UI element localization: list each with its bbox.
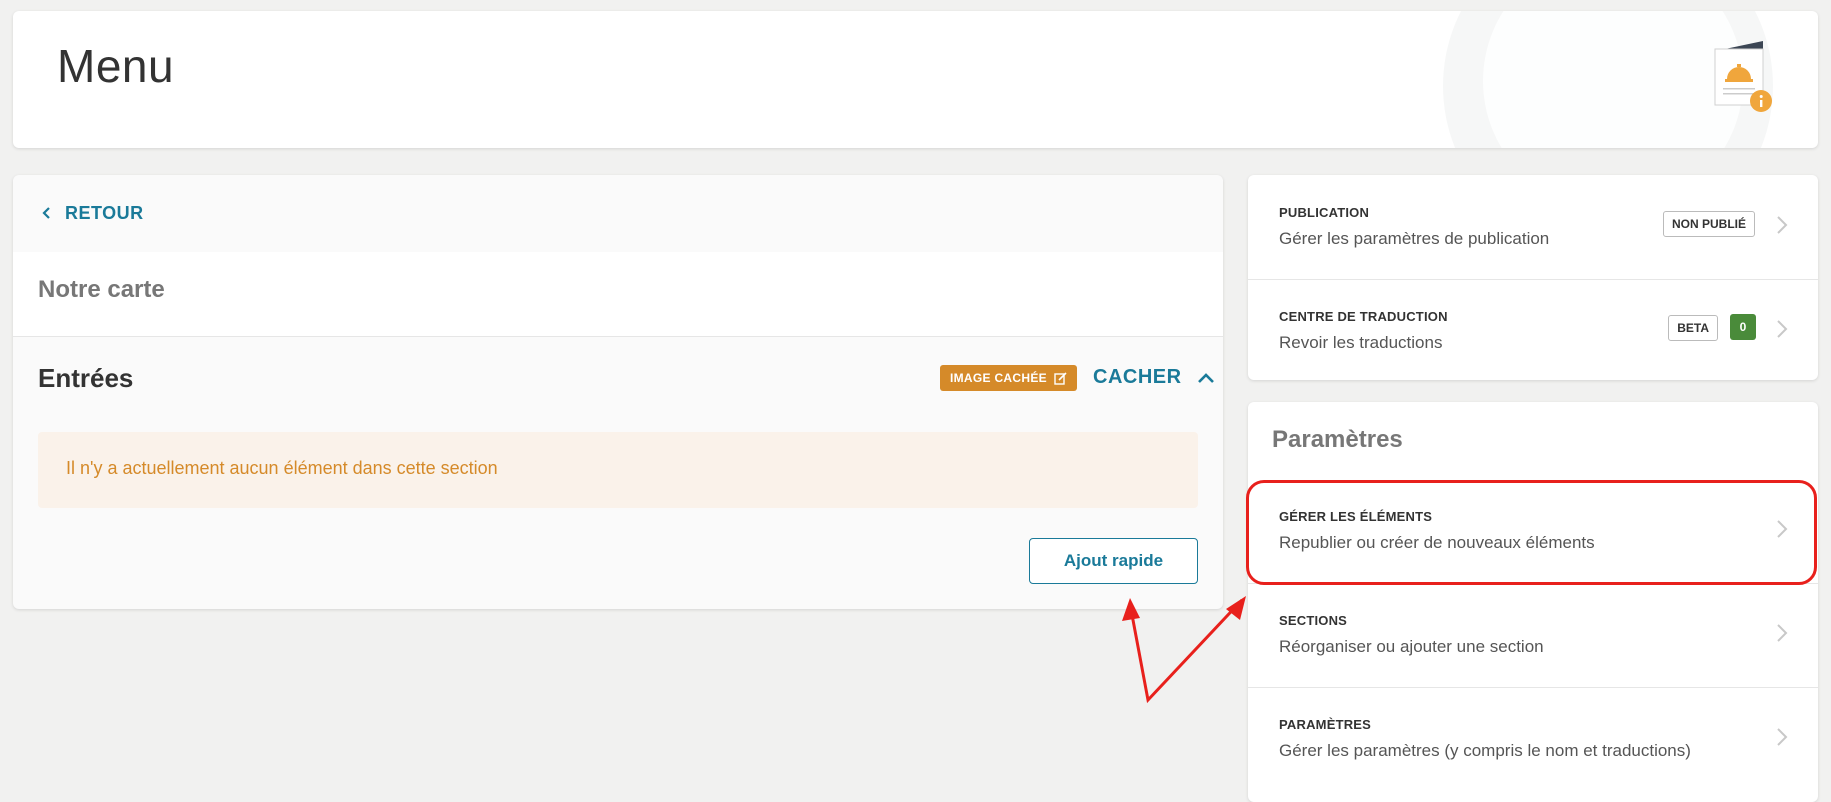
translation-count-badge: 0	[1730, 314, 1756, 340]
page-header: Menu	[13, 11, 1818, 148]
publication-row[interactable]: PUBLICATION Gérer les paramètres de publ…	[1248, 175, 1818, 280]
menu-name: Notre carte	[38, 276, 165, 303]
back-label: RETOUR	[65, 202, 144, 223]
publication-description: Gérer les paramètres de publication	[1279, 229, 1550, 248]
edit-icon	[1054, 371, 1067, 385]
empty-message-text: Il n'y a actuellement aucun élément dans…	[66, 458, 498, 478]
empty-section-message: Il n'y a actuellement aucun élément dans…	[38, 432, 1198, 508]
manage-items-description: Republier ou créer de nouveaux éléments	[1279, 533, 1595, 552]
sections-description: Réorganiser ou ajouter une section	[1279, 637, 1544, 656]
settings-card: Paramètres GÉRER LES ÉLÉMENTS Republier …	[1248, 402, 1818, 802]
chevron-right-icon	[1777, 520, 1788, 538]
hide-label: CACHER	[1093, 366, 1182, 388]
chevron-right-icon	[1777, 728, 1788, 746]
image-hidden-label: IMAGE CACHÉE	[950, 371, 1047, 385]
publication-card: PUBLICATION Gérer les paramètres de publ…	[1248, 175, 1818, 380]
section-title: Entrées	[38, 363, 134, 393]
sections-title: SECTIONS	[1279, 613, 1348, 628]
back-link[interactable]: RETOUR	[41, 199, 144, 227]
parameters-title: PARAMÈTRES	[1279, 717, 1372, 732]
chevron-up-icon	[1197, 372, 1214, 383]
sections-row[interactable]: SECTIONS Réorganiser ou ajouter une sect…	[1248, 583, 1818, 688]
publication-title: PUBLICATION	[1279, 205, 1370, 220]
parameters-row[interactable]: PARAMÈTRES Gérer les paramètres (y compr…	[1248, 687, 1818, 791]
manage-items-title: GÉRER LES ÉLÉMENTS	[1279, 509, 1433, 524]
quick-add-button[interactable]: Ajout rapide	[1029, 538, 1198, 584]
parameters-description: Gérer les paramètres (y compris le nom e…	[1279, 741, 1691, 760]
chevron-right-icon	[1777, 624, 1788, 642]
section-panel: RETOUR Notre carte Entrées IMAGE CACHÉE …	[13, 175, 1223, 609]
settings-title: Paramètres	[1272, 426, 1403, 453]
menu-name-box: Notre carte	[13, 252, 1223, 337]
status-badge: NON PUBLIÉ	[1662, 211, 1755, 237]
translation-title: CENTRE DE TRADUCTION	[1279, 309, 1448, 324]
chevron-left-icon	[42, 207, 50, 219]
chevron-right-icon	[1777, 320, 1788, 338]
translation-row[interactable]: CENTRE DE TRADUCTION Revoir les traducti…	[1248, 279, 1818, 383]
page-title: Menu	[57, 40, 175, 92]
chevron-right-icon	[1777, 216, 1788, 234]
menu-document-icon	[1714, 41, 1772, 112]
translation-description: Revoir les traductions	[1279, 333, 1443, 352]
beta-badge: BETA	[1668, 315, 1718, 341]
image-hidden-badge[interactable]: IMAGE CACHÉE	[940, 365, 1077, 391]
hide-section-toggle[interactable]: CACHER	[1093, 366, 1216, 389]
manage-items-row[interactable]: GÉRER LES ÉLÉMENTS Republier ou créer de…	[1248, 479, 1818, 584]
